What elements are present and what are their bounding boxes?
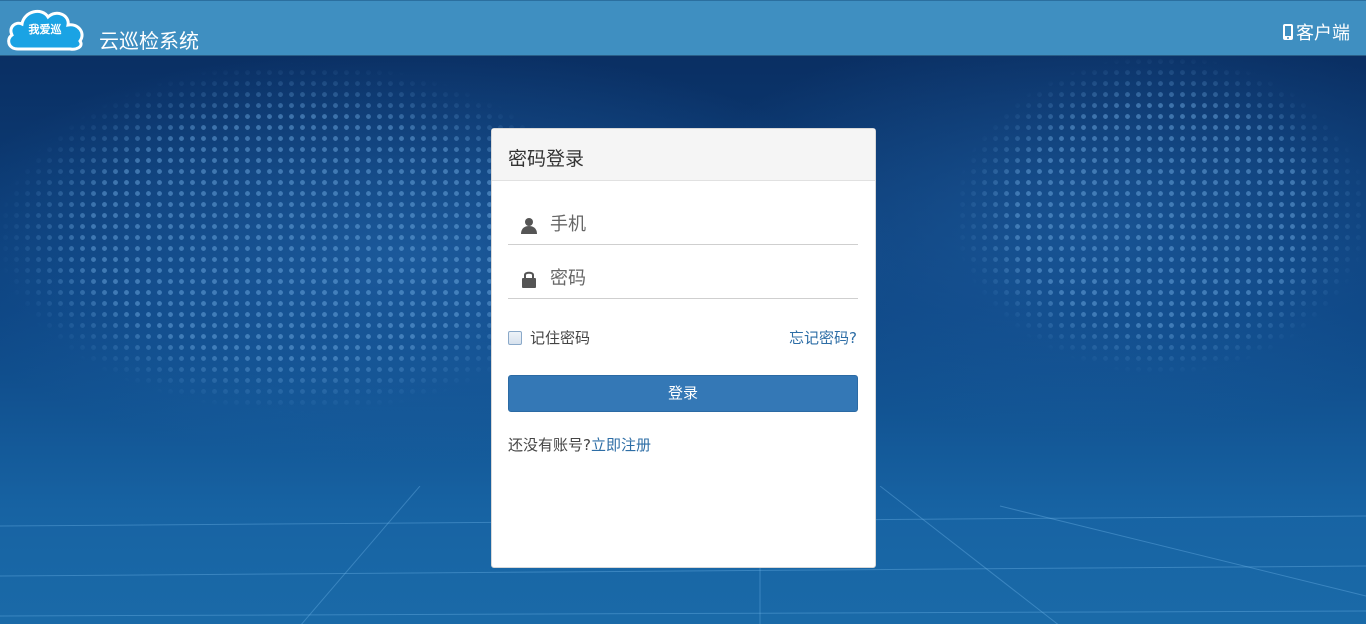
client-download-link[interactable]: 客户端 <box>1282 19 1350 45</box>
phone-icon <box>1283 24 1293 40</box>
remember-checkbox[interactable] <box>508 330 522 345</box>
cloud-logo-icon[interactable]: 我爱巡 <box>4 5 86 53</box>
phone-field <box>508 205 858 245</box>
logo-text: 我爱巡 <box>28 23 62 36</box>
lock-icon <box>522 271 536 288</box>
login-panel: 密码登录 记住密码 忘记密码? 登录 还没有账号?立即注册 <box>491 128 876 568</box>
register-link[interactable]: 立即注册 <box>591 436 651 454</box>
top-header: 我爱巡 云巡检系统 客户端 <box>0 0 1366 56</box>
login-button[interactable]: 登录 <box>508 375 858 412</box>
password-input[interactable] <box>550 268 840 289</box>
app-title: 云巡检系统 <box>99 29 199 53</box>
remember-password[interactable]: 记住密码 <box>508 327 590 348</box>
remember-label: 记住密码 <box>530 329 591 347</box>
forgot-password-link[interactable]: 忘记密码? <box>789 327 857 348</box>
client-label: 客户端 <box>1296 23 1350 44</box>
register-row: 还没有账号?立即注册 <box>508 434 651 455</box>
no-account-text: 还没有账号? <box>508 436 591 454</box>
login-panel-title: 密码登录 <box>492 129 875 181</box>
phone-input[interactable] <box>550 214 840 235</box>
user-icon <box>521 217 537 234</box>
password-field <box>508 259 858 299</box>
